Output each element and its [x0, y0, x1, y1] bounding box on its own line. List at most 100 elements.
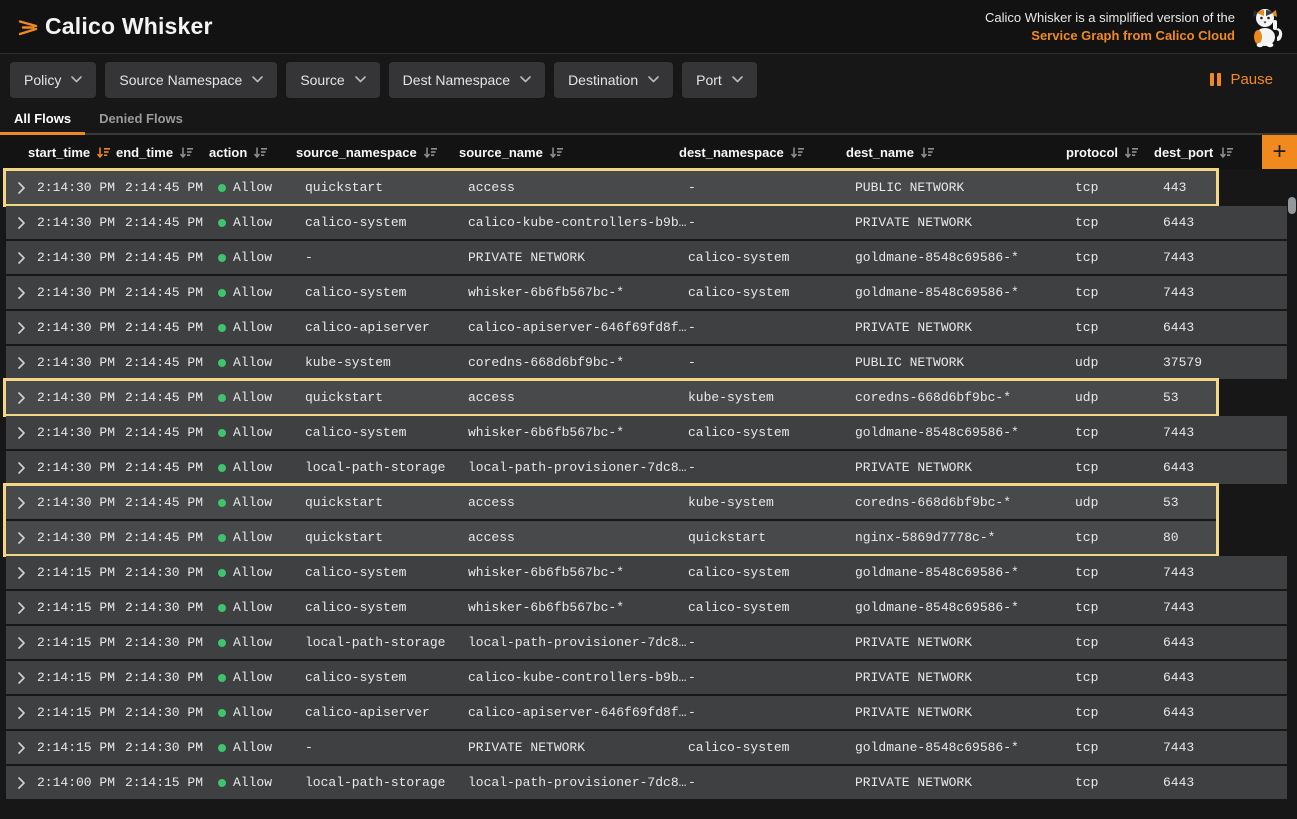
- cell-start-time: 2:14:15 PM: [37, 670, 125, 685]
- row-expander-icon[interactable]: [6, 637, 37, 649]
- column-header-end-time[interactable]: end_time: [116, 145, 209, 160]
- table-row[interactable]: 2:14:30 PM 2:14:45 PM Allow - PRIVATE NE…: [6, 241, 1287, 274]
- sort-icon[interactable]: [253, 146, 267, 159]
- cell-end-time: 2:14:45 PM: [125, 215, 218, 230]
- row-expander-icon[interactable]: [6, 182, 37, 194]
- allow-status-dot: [218, 499, 226, 507]
- cell-dest-port: 37579: [1163, 355, 1287, 370]
- chevron-down-icon: [252, 76, 263, 83]
- allow-status-dot: [218, 184, 226, 192]
- table-row[interactable]: 2:14:15 PM 2:14:30 PM Allow calico-syste…: [6, 661, 1287, 694]
- sort-icon[interactable]: [179, 146, 193, 159]
- table-row[interactable]: 2:14:30 PM 2:14:45 PM Allow local-path-s…: [6, 451, 1287, 484]
- row-expander-icon[interactable]: [6, 497, 37, 509]
- filter-dest-namespace[interactable]: Dest Namespace: [389, 62, 545, 98]
- column-header-dest-namespace[interactable]: dest_namespace: [679, 145, 846, 160]
- column-header-dest-port[interactable]: dest_port: [1154, 145, 1233, 160]
- cell-end-time: 2:14:30 PM: [125, 565, 218, 580]
- tagline: Calico Whisker is a simplified version o…: [985, 9, 1235, 45]
- cell-start-time: 2:14:30 PM: [37, 285, 125, 300]
- cell-dest-port: 6443: [1163, 320, 1287, 335]
- row-expander-icon[interactable]: [6, 217, 37, 229]
- filter-source-namespace[interactable]: Source Namespace: [105, 62, 277, 98]
- cell-source-name: whisker-6b6fb567bc-*: [468, 600, 688, 615]
- sort-icon[interactable]: [549, 146, 563, 159]
- cell-source-name: PRIVATE NETWORK: [468, 740, 688, 755]
- sort-icon[interactable]: [1124, 146, 1138, 159]
- row-expander-icon[interactable]: [6, 532, 37, 544]
- cell-action: Allow: [218, 600, 305, 615]
- column-header-protocol[interactable]: protocol: [1066, 145, 1154, 160]
- table-row[interactable]: 2:14:30 PM 2:14:45 PM Allow calico-syste…: [6, 416, 1287, 449]
- cell-action: Allow: [218, 250, 305, 265]
- row-expander-icon[interactable]: [6, 602, 37, 614]
- row-expander-icon[interactable]: [6, 357, 37, 369]
- table-row[interactable]: 2:14:30 PM 2:14:45 PM Allow kube-system …: [6, 346, 1287, 379]
- column-header-start-time[interactable]: start_time: [28, 145, 116, 160]
- cell-action: Allow: [218, 215, 305, 230]
- cell-dest-namespace: -: [688, 775, 855, 790]
- tab-all-flows[interactable]: All Flows: [0, 105, 85, 135]
- table-row[interactable]: 2:14:30 PM 2:14:45 PM Allow quickstart a…: [6, 171, 1216, 204]
- whisker-logo-icon: [16, 15, 40, 39]
- column-header-action[interactable]: action: [209, 145, 296, 160]
- cell-dest-namespace: calico-system: [688, 740, 855, 755]
- cell-start-time: 2:14:15 PM: [37, 565, 125, 580]
- row-expander-icon[interactable]: [6, 672, 37, 684]
- service-graph-link[interactable]: Service Graph from Calico Cloud: [1031, 28, 1235, 43]
- sort-icon[interactable]: [920, 146, 934, 159]
- column-header-source-name[interactable]: source_name: [459, 145, 679, 160]
- table-row[interactable]: 2:14:30 PM 2:14:45 PM Allow calico-apise…: [6, 311, 1287, 344]
- cell-dest-name: PUBLIC NETWORK: [855, 355, 1075, 370]
- filter-source[interactable]: Source: [286, 62, 379, 98]
- scrollbar[interactable]: [1288, 171, 1296, 799]
- tab-denied-flows[interactable]: Denied Flows: [85, 105, 197, 135]
- column-header-dest-name[interactable]: dest_name: [846, 145, 1066, 160]
- allow-status-dot: [218, 289, 226, 297]
- table-row[interactable]: 2:14:30 PM 2:14:45 PM Allow quickstart a…: [6, 521, 1216, 554]
- row-expander-icon[interactable]: [6, 567, 37, 579]
- row-expander-icon[interactable]: [6, 322, 37, 334]
- allow-status-dot: [218, 324, 226, 332]
- sort-icon[interactable]: [96, 146, 110, 159]
- table-row[interactable]: 2:14:15 PM 2:14:30 PM Allow local-path-s…: [6, 626, 1287, 659]
- pause-button[interactable]: Pause: [1210, 71, 1287, 88]
- table-row[interactable]: 2:14:15 PM 2:14:30 PM Allow calico-apise…: [6, 696, 1287, 729]
- cell-source-namespace: local-path-storage: [305, 775, 468, 790]
- table-row[interactable]: 2:14:15 PM 2:14:30 PM Allow - PRIVATE NE…: [6, 731, 1287, 764]
- row-expander-icon[interactable]: [6, 707, 37, 719]
- add-column-button[interactable]: +: [1262, 135, 1297, 169]
- table-row[interactable]: 2:14:30 PM 2:14:45 PM Allow quickstart a…: [6, 381, 1216, 414]
- cell-start-time: 2:14:30 PM: [37, 250, 125, 265]
- filter-destination[interactable]: Destination: [554, 62, 673, 98]
- sort-icon[interactable]: [423, 146, 437, 159]
- row-expander-icon[interactable]: [6, 777, 37, 789]
- chevron-down-icon: [732, 76, 743, 83]
- filter-policy[interactable]: Policy: [10, 62, 96, 98]
- pause-icon: [1210, 73, 1221, 86]
- cell-source-name: access: [468, 495, 688, 510]
- row-expander-icon[interactable]: [6, 462, 37, 474]
- row-expander-icon[interactable]: [6, 427, 37, 439]
- cell-dest-namespace: -: [688, 460, 855, 475]
- table-row[interactable]: 2:14:30 PM 2:14:45 PM Allow calico-syste…: [6, 206, 1287, 239]
- filter-port[interactable]: Port: [682, 62, 757, 98]
- row-expander-icon[interactable]: [6, 287, 37, 299]
- cell-action: Allow: [218, 705, 305, 720]
- row-expander-icon[interactable]: [6, 392, 37, 404]
- table-row[interactable]: 2:14:15 PM 2:14:30 PM Allow calico-syste…: [6, 591, 1287, 624]
- sort-icon[interactable]: [790, 146, 804, 159]
- cell-dest-namespace: calico-system: [688, 600, 855, 615]
- column-header-source-namespace[interactable]: source_namespace: [296, 145, 459, 160]
- table-row[interactable]: 2:14:00 PM 2:14:15 PM Allow local-path-s…: [6, 766, 1287, 799]
- app-logo: Calico Whisker: [16, 13, 213, 40]
- cell-dest-port: 7443: [1163, 250, 1287, 265]
- sort-icon[interactable]: [1219, 146, 1233, 159]
- row-expander-icon[interactable]: [6, 252, 37, 264]
- table-row[interactable]: 2:14:30 PM 2:14:45 PM Allow quickstart a…: [6, 486, 1216, 519]
- scrollbar-thumb[interactable]: [1288, 197, 1296, 214]
- table-row[interactable]: 2:14:30 PM 2:14:45 PM Allow calico-syste…: [6, 276, 1287, 309]
- table-row[interactable]: 2:14:15 PM 2:14:30 PM Allow calico-syste…: [6, 556, 1287, 589]
- cell-source-namespace: quickstart: [305, 530, 468, 545]
- row-expander-icon[interactable]: [6, 742, 37, 754]
